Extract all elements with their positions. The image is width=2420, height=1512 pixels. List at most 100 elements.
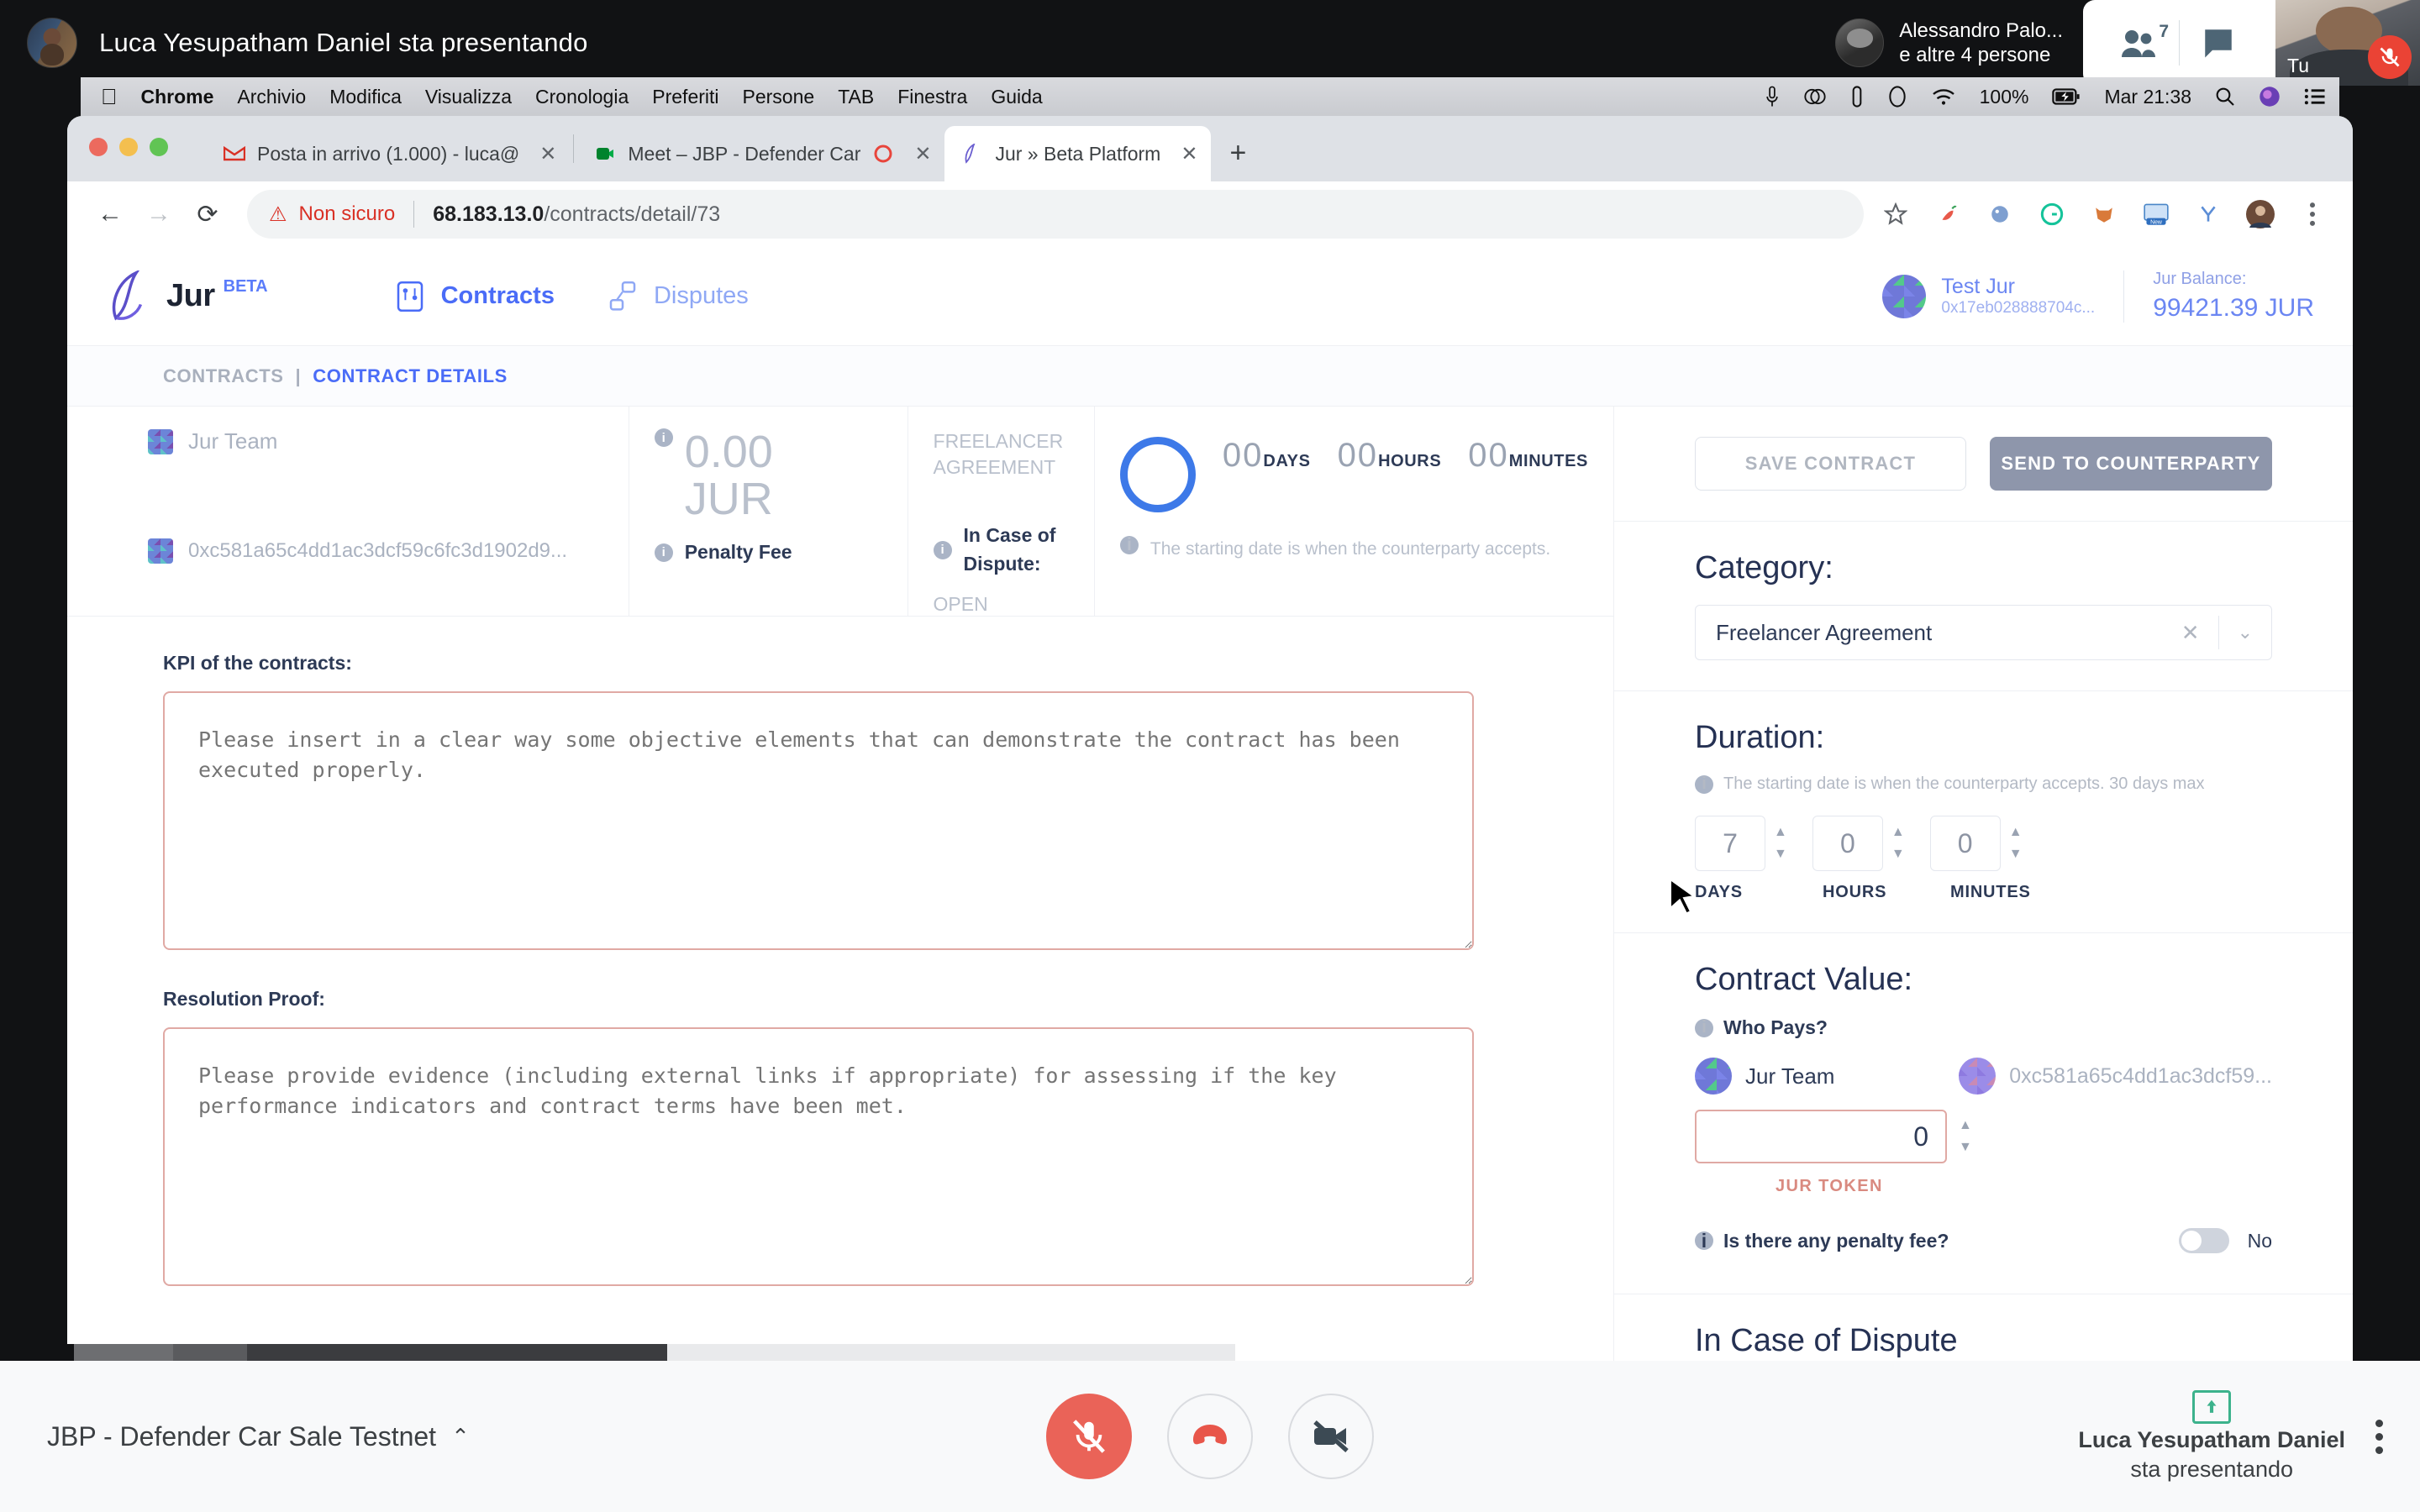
summary-category: FREELANCER AGREEMENT i In Case of Disput…: [907, 407, 1094, 616]
hours-spin-arrows[interactable]: ▲ ▼: [1891, 825, 1905, 862]
value-spin-arrows[interactable]: ▲ ▼: [1959, 1118, 1972, 1155]
shield-icon[interactable]: [1887, 86, 1907, 108]
wifi-icon[interactable]: [1931, 87, 1956, 107]
minutes-input[interactable]: 0: [1929, 816, 2001, 871]
forward-button[interactable]: →: [134, 190, 183, 239]
chevron-up-icon[interactable]: ▲: [1774, 825, 1787, 840]
hangup-button[interactable]: [1167, 1394, 1253, 1479]
close-icon[interactable]: ✕: [1181, 142, 1197, 166]
minutes-spin-arrows[interactable]: ▲ ▼: [2009, 825, 2023, 862]
payee-blockie-icon: [1959, 1058, 1996, 1095]
clipboard-icon[interactable]: [1850, 86, 1864, 108]
address-bar[interactable]: ⚠ Non sicuro 68.183.13.0/contracts/detai…: [247, 190, 1864, 239]
kebab-menu-icon[interactable]: [2375, 1419, 2383, 1454]
chevron-up-icon[interactable]: ▲: [2009, 825, 2023, 840]
participants-button[interactable]: 7: [2102, 0, 2179, 86]
menu-item-persone[interactable]: Persone: [743, 86, 815, 108]
chat-button[interactable]: [2180, 0, 2257, 86]
menu-bar-status-items: 100% Mar 21:38: [1765, 85, 2326, 108]
chevron-down-icon[interactable]: ⌄: [2219, 622, 2271, 643]
apple-logo-icon[interactable]: : [101, 84, 118, 110]
tab-gmail[interactable]: Posta in arrivo (1.000) - luca@ ✕: [207, 126, 570, 181]
close-icon[interactable]: ✕: [914, 142, 931, 166]
hours-input[interactable]: 0: [1812, 816, 1883, 871]
menu-item-finestra[interactable]: Finestra: [897, 86, 967, 108]
self-mute-indicator: [2368, 35, 2412, 79]
days-spin-arrows[interactable]: ▲ ▼: [1774, 825, 1787, 862]
payee[interactable]: 0xc581a65c4dd1ac3dcf59...: [1959, 1058, 2272, 1095]
menu-item-chrome[interactable]: Chrome: [141, 86, 214, 108]
back-button[interactable]: ←: [86, 190, 134, 239]
mic-off-button[interactable]: [1046, 1394, 1132, 1479]
minimize-window-button[interactable]: [119, 138, 138, 156]
disputes-icon: [609, 281, 636, 311]
payer[interactable]: Jur Team: [1695, 1058, 1959, 1095]
close-window-button[interactable]: [89, 138, 108, 156]
menu-item-visualizza[interactable]: Visualizza: [425, 86, 512, 108]
chat-icon: [2205, 29, 2232, 58]
chevron-up-icon[interactable]: ⌃: [451, 1424, 470, 1450]
window-traffic-lights[interactable]: [89, 138, 168, 156]
nav-item-contracts[interactable]: Contracts: [394, 279, 555, 314]
profile-avatar-icon[interactable]: [2244, 197, 2277, 231]
days-stepper[interactable]: 7 ▲ ▼: [1695, 816, 1787, 871]
reload-button[interactable]: ⟳: [183, 190, 232, 239]
extension-fox-icon[interactable]: [2087, 197, 2121, 231]
nav-item-disputes[interactable]: Disputes: [607, 279, 749, 314]
clear-icon[interactable]: ✕: [2163, 620, 2218, 646]
category-select[interactable]: Freelancer Agreement ✕ ⌄: [1695, 605, 2272, 660]
chevron-down-icon[interactable]: ▼: [1774, 847, 1787, 862]
control-center-icon[interactable]: [2304, 87, 2326, 107]
brand-logo[interactable]: Jur BETA: [106, 270, 268, 323]
siri-icon[interactable]: [2259, 86, 2281, 108]
breadcrumb-contracts[interactable]: CONTRACTS: [163, 365, 284, 387]
microphone-icon[interactable]: [1765, 86, 1780, 108]
chevron-up-icon[interactable]: ▲: [1891, 825, 1905, 840]
extension-chili-icon[interactable]: [1931, 197, 1965, 231]
extension-new-icon[interactable]: New: [2139, 197, 2173, 231]
close-icon[interactable]: ✕: [539, 142, 556, 166]
send-to-counterparty-button[interactable]: SEND TO COUNTERPARTY: [1989, 437, 2272, 491]
new-tab-button[interactable]: +: [1229, 137, 1246, 170]
menu-item-guida[interactable]: Guida: [991, 86, 1042, 108]
search-icon[interactable]: [2215, 87, 2235, 107]
menu-item-preferiti[interactable]: Preferiti: [652, 86, 718, 108]
payer-blockie-icon: [1695, 1058, 1732, 1095]
battery-charging-icon[interactable]: [2052, 87, 2081, 106]
minutes-stepper[interactable]: 0 ▲ ▼: [1929, 816, 2023, 871]
star-icon[interactable]: [1879, 197, 1912, 231]
meet-bottom-bar: JBP - Defender Car Sale Testnet ⌃ Luca Y…: [0, 1361, 2420, 1512]
camera-off-button[interactable]: [1288, 1394, 1374, 1479]
presenter-block[interactable]: Luca Yesupatham Daniel sta presentando: [2078, 1390, 2345, 1483]
meeting-title-block[interactable]: JBP - Defender Car Sale Testnet ⌃: [47, 1421, 470, 1452]
self-video-tile[interactable]: Tu: [2275, 0, 2420, 86]
resolution-proof-textarea[interactable]: [163, 1027, 1474, 1286]
hours-stepper[interactable]: 0 ▲ ▼: [1812, 816, 1905, 871]
nav-label: Disputes: [653, 282, 749, 309]
kebab-menu-icon[interactable]: [2296, 197, 2329, 231]
extension-grammarly-icon[interactable]: [2035, 197, 2069, 231]
penalty-fee-toggle[interactable]: [2178, 1228, 2229, 1253]
contract-value-input[interactable]: 0: [1695, 1110, 1947, 1163]
menu-item-cronologia[interactable]: Cronologia: [535, 86, 629, 108]
days-input[interactable]: 7: [1695, 816, 1765, 871]
header-divider: [2123, 270, 2125, 323]
menu-item-tab[interactable]: TAB: [838, 86, 874, 108]
breadcrumb: CONTRACTS | CONTRACT DETAILS: [67, 346, 2353, 407]
save-contract-button[interactable]: SAVE CONTRACT: [1695, 437, 1966, 491]
chevron-down-icon[interactable]: ▼: [1959, 1140, 1972, 1155]
chevron-down-icon[interactable]: ▼: [1891, 847, 1905, 862]
menu-item-modifica[interactable]: Modifica: [329, 86, 402, 108]
menu-item-archivio[interactable]: Archivio: [237, 86, 306, 108]
account-chip[interactable]: Test Jur 0x17eb028888704c...: [1882, 274, 2095, 318]
adobe-cc-icon[interactable]: [1803, 85, 1827, 108]
duration-hint: i The starting date is when the counterp…: [1695, 774, 2272, 794]
tab-meet[interactable]: Meet – JBP - Defender Car ✕: [577, 126, 944, 181]
chevron-up-icon[interactable]: ▲: [1959, 1118, 1972, 1133]
chevron-down-icon[interactable]: ▼: [2009, 847, 2023, 862]
extension-y-icon[interactable]: [2191, 197, 2225, 231]
tab-jur-beta-platform[interactable]: Jur » Beta Platform ✕: [944, 126, 1212, 181]
extension-palette-icon[interactable]: [1983, 197, 2017, 231]
kpi-textarea[interactable]: [163, 691, 1474, 950]
maximize-window-button[interactable]: [150, 138, 168, 156]
